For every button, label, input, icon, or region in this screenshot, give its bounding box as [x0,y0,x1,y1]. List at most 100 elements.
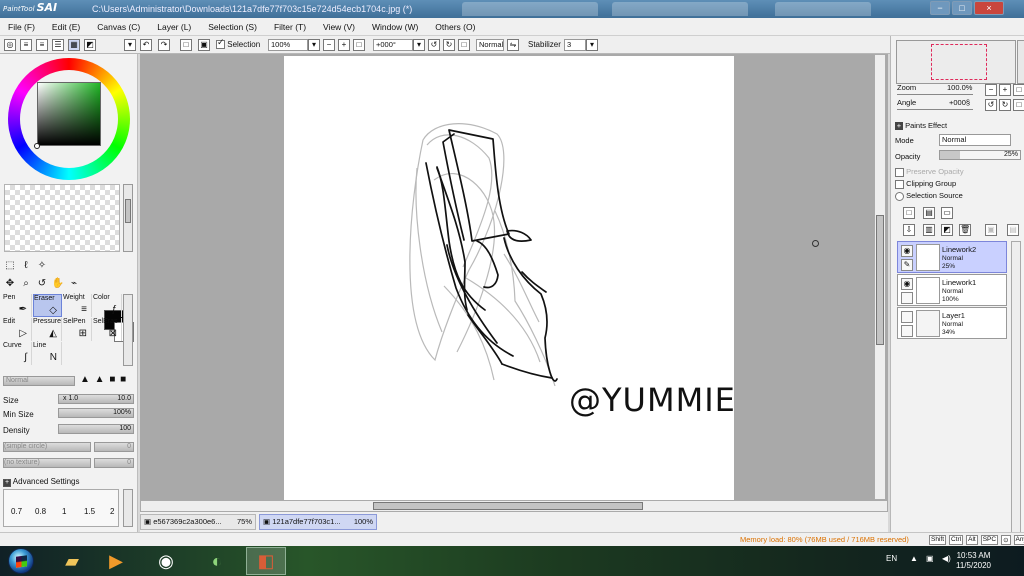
layer-row[interactable]: Layer1 Normal 34% [897,307,1007,339]
color-picker-handle[interactable] [34,143,40,149]
new-folder-icon[interactable]: ▭ [941,207,953,219]
navigator-preview[interactable] [896,40,1016,84]
close-button[interactable]: × [974,1,1004,15]
menu-view[interactable]: View (V) [323,22,355,32]
painttool-sai-taskbar-icon[interactable]: ◧ [246,547,286,575]
system-clock[interactable]: 10:53 AM 11/5/2020 [956,551,991,571]
layer-mode-select[interactable]: Normal [939,134,1011,146]
blend-mode-select[interactable]: Normal [476,39,504,51]
deselect-icon[interactable]: □ [180,39,192,51]
zoom-in-icon[interactable]: + [338,39,350,51]
brush-seleras[interactable]: SelEras ⊠ [93,318,122,341]
stabilizer-select[interactable]: 3 [564,39,586,51]
rgb-sliders-icon[interactable]: ≡ [20,39,32,51]
advanced-scrollbar[interactable] [123,489,133,527]
menu-layer[interactable]: Layer (L) [157,22,191,32]
copy-layer-icon[interactable]: ▣ [985,224,997,236]
saturation-value-square[interactable] [37,82,101,146]
navigator-fit-icon[interactable]: □ [1013,84,1024,96]
document-tab[interactable]: ▣ e567369c2a300e6... 75% [140,514,256,530]
navigator-scrollbar[interactable] [1017,40,1024,84]
maximize-button[interactable]: □ [952,1,972,15]
selection-source-radio[interactable] [895,191,904,201]
flip-icon[interactable]: ⇋ [507,39,519,51]
undo-icon[interactable]: ↶ [140,39,152,51]
navigator-angle-slider[interactable] [897,109,973,117]
brush-shape-select[interactable]: (simple circle) [3,442,91,452]
scratch-pad[interactable] [4,184,120,252]
menu-edit[interactable]: Edit (E) [52,22,80,32]
visibility-eye-icon[interactable] [901,311,913,323]
clipping-group-toggle[interactable]: Clipping Group [895,179,956,189]
brush-pressure[interactable]: Pressure ◭ [33,318,62,341]
zoom-field[interactable]: 100% [268,39,308,51]
zoom-dropdown-icon[interactable]: ▾ [308,39,320,51]
selection-toggle[interactable]: Selection [216,37,260,50]
zoom-reset-icon[interactable]: □ [353,39,365,51]
rotate-icon[interactable]: ↺ [37,278,47,289]
media-player-icon[interactable]: ▶ [96,547,136,575]
selection-checkbox[interactable] [216,37,225,50]
menu-canvas[interactable]: Canvas (C) [97,22,140,32]
brush-selpen[interactable]: SelPen ⊞ [63,318,92,341]
advanced-settings-toggle[interactable]: + Advanced Settings [3,477,80,487]
layers-scrollbar[interactable] [1011,241,1021,533]
clear-layer-icon[interactable]: ◩ [941,224,953,236]
magic-wand-icon[interactable]: ✧ [37,260,47,271]
brush-shape-selector[interactable]: ▲ ▲ ■ ■ [80,374,136,388]
preserve-opacity-checkbox[interactable] [895,167,904,177]
rotate-right-icon[interactable]: ↻ [443,39,455,51]
folder-icon[interactable]: ▰ [52,547,92,575]
green-app-icon[interactable]: ◐ [197,547,237,575]
selection-source-toggle[interactable]: Selection Source [895,191,963,201]
layer-opacity-slider[interactable]: 25% [939,150,1021,160]
merge-down-icon[interactable]: ▥ [923,224,935,236]
navigator-zoom-in-icon[interactable]: + [999,84,1011,96]
layer-row[interactable]: ◉ Linework1 Normal 100% [897,274,1007,306]
edit-pen-icon[interactable]: ✎ [901,259,913,271]
paints-effect-toggle[interactable]: + Paints Effect [895,121,947,130]
color-wheel-icon[interactable]: ◎ [4,39,16,51]
menu-selection[interactable]: Selection (S) [208,22,257,32]
brush-texture-value[interactable]: 0 [94,458,134,468]
brush-curve[interactable]: Curve ∫ [3,342,32,365]
size-slider[interactable]: x 1.0 10.0 [58,394,134,404]
brush-line[interactable]: Line N [33,342,62,365]
navigator-rotate-left-icon[interactable]: ↺ [985,99,997,111]
redo-icon[interactable]: ↷ [158,39,170,51]
document-tab-active[interactable]: ▣ 121a7dfe77f703c1... 100% [259,514,377,530]
network-icon[interactable]: ▣ [926,554,934,563]
minimize-button[interactable]: − [930,1,950,15]
stabilizer-dropdown-icon[interactable]: ▾ [586,39,598,51]
hand-icon[interactable]: ✋ [52,278,64,289]
menu-others[interactable]: Others (O) [435,22,475,32]
menu-window[interactable]: Window (W) [372,22,418,32]
layer-row[interactable]: ◉ ✎ Linework2 Normal 25% [897,241,1007,273]
move-icon[interactable]: ✥ [5,278,15,289]
menu-file[interactable]: File (F) [8,22,35,32]
edit-pen-icon[interactable] [901,292,913,304]
brush-eraser[interactable]: Eraser ◇ [33,294,62,317]
canvas-horizontal-scrollbar[interactable] [140,500,888,512]
drawing-canvas-area[interactable]: @YUMMIE [140,54,888,512]
visibility-eye-icon[interactable]: ◉ [901,245,913,257]
language-indicator[interactable]: EN [886,554,897,563]
advanced-pressure-grid[interactable]: 0.7 0.8 1 1.5 2 [3,489,119,527]
angle-field[interactable]: +000° [373,39,413,51]
layer-options-icon[interactable]: ▤ [1007,224,1019,236]
density-slider[interactable]: 100 [58,424,134,434]
navigator-zoom-out-icon[interactable]: − [985,84,997,96]
hsv-sliders-icon[interactable]: ≡ [36,39,48,51]
start-button[interactable] [8,548,34,574]
menu-filter[interactable]: Filter (T) [274,22,306,32]
navigator-rotate-right-icon[interactable]: ↻ [999,99,1011,111]
lasso-icon[interactable]: ℓ [21,260,31,271]
scratch-pad-icon[interactable]: ◩ [84,39,96,51]
palette-grid-icon[interactable]: ▦ [68,39,80,51]
new-linework-layer-icon[interactable]: ▤ [923,207,935,219]
brush-scrollbar[interactable] [123,294,133,366]
edit-pen-icon[interactable] [901,325,913,337]
new-layer-icon[interactable]: □ [903,207,915,219]
preserve-opacity-toggle[interactable]: Preserve Opacity [895,167,964,177]
navigator-reset-angle-icon[interactable]: □ [1013,99,1024,111]
